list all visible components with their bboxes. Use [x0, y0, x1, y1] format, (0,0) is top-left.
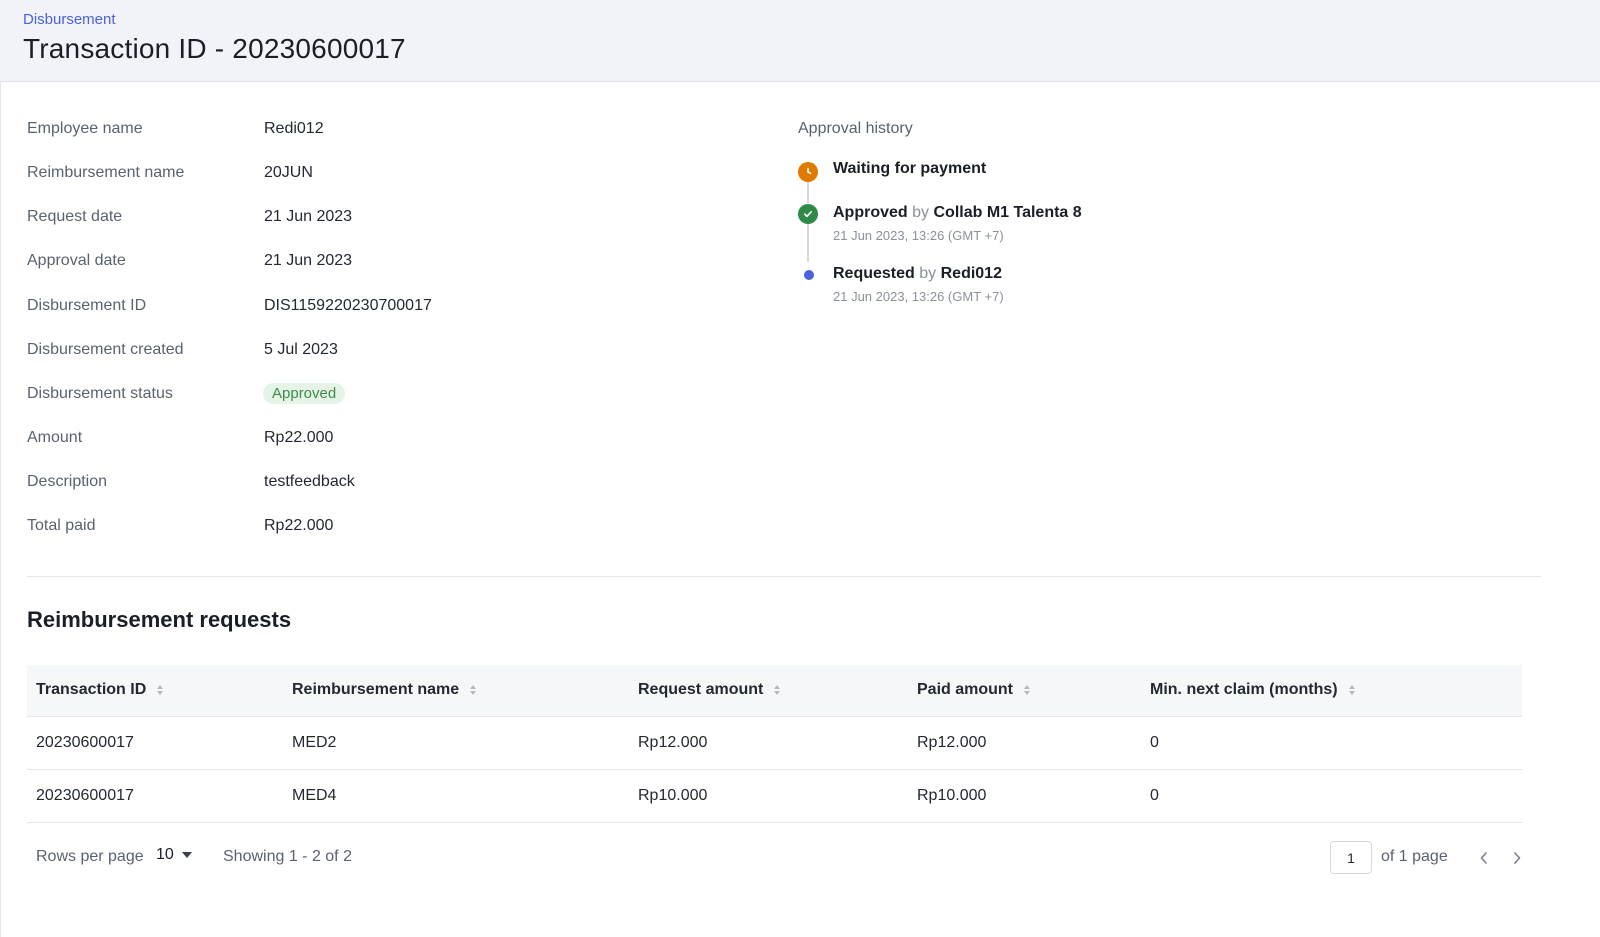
clock-icon: [798, 162, 818, 182]
approval-history-title: Approval history: [798, 120, 913, 137]
breadcrumb-disbursement[interactable]: Disbursement: [23, 11, 116, 28]
table-row: 20230600017 MED2 Rp12.000 Rp12.000 0: [27, 717, 1522, 770]
timeline-status: Approved: [833, 204, 908, 221]
detail-value: 20JUN: [264, 164, 313, 181]
column-header-transaction-id[interactable]: Transaction ID: [36, 681, 164, 699]
timeline-by: by: [919, 265, 937, 282]
sort-icon[interactable]: [1348, 684, 1356, 696]
column-header-request-amount[interactable]: Request amount: [638, 681, 781, 699]
table-row: 20230600017 MED4 Rp10.000 Rp10.000 0: [27, 770, 1522, 823]
detail-value: Redi012: [264, 120, 324, 137]
timeline-status: Requested: [833, 265, 915, 282]
detail-value: Rp22.000: [264, 429, 334, 446]
detail-value: 21 Jun 2023: [264, 208, 353, 225]
page-title: Transaction ID - 20230600017: [23, 33, 406, 64]
column-header-min-next-claim[interactable]: Min. next claim (months): [1150, 681, 1356, 699]
rows-per-page-select[interactable]: 10: [156, 846, 192, 864]
timeline-item-approved: Approved by Collab M1 Talenta 8: [833, 204, 1082, 222]
status-badge: Approved: [263, 383, 346, 404]
detail-value: testfeedback: [264, 473, 355, 490]
column-label: Transaction ID: [36, 681, 147, 698]
dot-icon: [804, 270, 814, 280]
cell-paid-amount: Rp10.000: [917, 787, 987, 804]
timeline-actor: Redi012: [940, 265, 1002, 282]
cell-request-amount: Rp10.000: [638, 787, 708, 804]
column-label: Request amount: [638, 681, 764, 698]
cell-min-next-claim: 0: [1150, 787, 1159, 804]
next-page-button[interactable]: [1505, 846, 1529, 870]
chevron-left-icon: [1480, 852, 1487, 864]
cell-transaction-id: 20230600017: [36, 787, 134, 804]
timeline-connector: [807, 181, 809, 203]
page-number-input[interactable]: [1330, 841, 1372, 874]
page-header: Disbursement Transaction ID - 2023060001…: [0, 0, 1600, 82]
timeline-connector: [807, 224, 809, 262]
timeline-by: by: [912, 204, 930, 221]
detail-value: 21 Jun 2023: [264, 252, 353, 269]
cell-paid-amount: Rp12.000: [917, 734, 987, 751]
timeline-time: 21 Jun 2023, 13:26 (GMT +7): [833, 289, 1004, 304]
cell-min-next-claim: 0: [1150, 734, 1159, 751]
table-header: Transaction ID Reimbursement name Reques…: [27, 665, 1522, 717]
rows-per-page-label: Rows per page: [36, 848, 144, 865]
detail-value: DIS1159220230700017: [264, 297, 432, 314]
timeline-time: 21 Jun 2023, 13:26 (GMT +7): [833, 228, 1004, 243]
section-title: Reimbursement requests: [27, 607, 292, 632]
column-header-paid-amount[interactable]: Paid amount: [917, 681, 1031, 699]
detail-label: Request date: [27, 208, 123, 225]
timeline-actor: Collab M1 Talenta 8: [933, 204, 1082, 221]
section-divider: [27, 576, 1541, 577]
sort-icon[interactable]: [156, 684, 164, 696]
detail-label: Total paid: [27, 517, 96, 534]
detail-label: Reimbursement name: [27, 164, 185, 181]
timeline-status: Waiting for payment: [833, 160, 987, 177]
chevron-right-icon: [1514, 852, 1521, 864]
detail-label: Disbursement status: [27, 385, 173, 402]
previous-page-button[interactable]: [1472, 846, 1496, 870]
cell-reimbursement-name: MED2: [292, 734, 337, 751]
sort-icon[interactable]: [773, 684, 781, 696]
detail-label: Amount: [27, 429, 83, 446]
detail-label: Description: [27, 473, 108, 490]
detail-label: Disbursement ID: [27, 297, 147, 314]
check-circle-icon: [798, 204, 818, 224]
timeline-item-requested: Requested by Redi012: [833, 265, 1002, 283]
column-header-reimbursement-name[interactable]: Reimbursement name: [292, 681, 477, 699]
pagination-bar: Rows per page 10 Showing 1 - 2 of 2 of 1…: [27, 840, 1522, 876]
column-label: Paid amount: [917, 681, 1014, 698]
rows-per-page-value: 10: [156, 846, 174, 863]
sort-icon[interactable]: [469, 684, 477, 696]
sort-icon[interactable]: [1023, 684, 1031, 696]
column-label: Min. next claim (months): [1150, 681, 1338, 698]
detail-label: Approval date: [27, 252, 126, 269]
showing-count: Showing 1 - 2 of 2: [223, 848, 352, 865]
caret-down-icon: [181, 852, 192, 858]
detail-value: Rp22.000: [264, 517, 334, 534]
cell-reimbursement-name: MED4: [292, 787, 337, 804]
detail-label: Employee name: [27, 120, 143, 137]
column-label: Reimbursement name: [292, 681, 460, 698]
detail-label: Disbursement created: [27, 341, 184, 358]
cell-request-amount: Rp12.000: [638, 734, 708, 751]
timeline-item-waiting: Waiting for payment: [833, 160, 986, 178]
cell-transaction-id: 20230600017: [36, 734, 134, 751]
total-pages-label: of 1 page: [1381, 848, 1448, 865]
detail-value: 5 Jul 2023: [264, 341, 338, 358]
